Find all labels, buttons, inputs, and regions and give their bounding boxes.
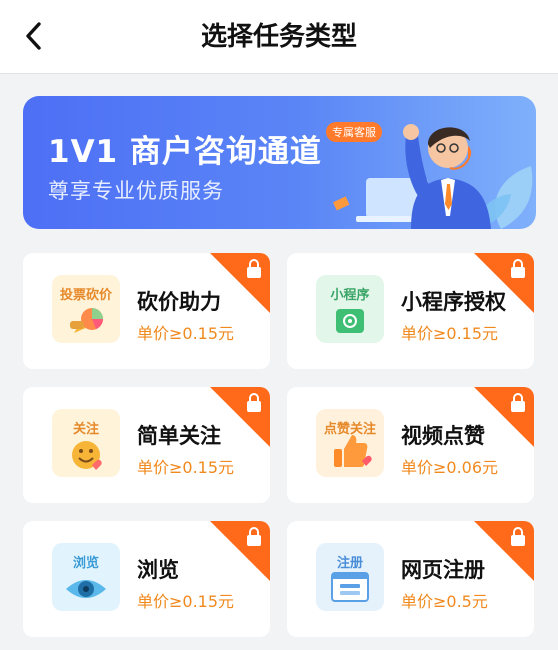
task-card[interactable]: 关注 简单关注单价≥0.15元 xyxy=(23,387,270,503)
banner-subtitle: 尊享专业优质服务 xyxy=(48,179,224,203)
lock-badge xyxy=(474,387,534,447)
banner-tag: 专属客服 xyxy=(332,125,376,139)
miniprogram-icon: 小程序 xyxy=(316,275,384,343)
banner-title: 1V1 商户咨询通道 xyxy=(48,134,322,170)
top-bar: 选择任务类型 xyxy=(0,0,558,74)
task-card[interactable]: 注册 网页注册单价≥0.5元 xyxy=(287,521,534,637)
task-price: 单价≥0.15元 xyxy=(137,458,235,477)
page-title: 选择任务类型 xyxy=(200,22,357,52)
task-price: 单价≥0.5元 xyxy=(401,592,488,611)
task-card[interactable]: 小程序 小程序授权 单价≥0.15元 xyxy=(287,253,534,369)
lock-badge xyxy=(210,521,270,581)
thumbs-up-icon: 点赞关注 xyxy=(316,409,384,477)
icon-label: 投票砍价 xyxy=(59,288,112,303)
lock-badge xyxy=(474,253,534,313)
icon-label: 点赞关注 xyxy=(323,422,376,437)
task-card[interactable]: 点赞关注 视频点赞单价≥0.06元 xyxy=(287,387,534,503)
web-register-icon: 注册 xyxy=(316,543,384,611)
task-price: 单价≥0.15元 xyxy=(137,592,235,611)
icon-label: 浏览 xyxy=(72,556,99,571)
task-name: 简单关注 xyxy=(137,424,221,448)
customer-service-illustration: 专属客服 xyxy=(326,122,533,229)
task-card[interactable]: 浏览 浏览单价≥0.15元 xyxy=(23,521,270,637)
task-name: 浏览 xyxy=(137,558,179,582)
task-name: 网页注册 xyxy=(401,558,485,582)
icon-label: 关注 xyxy=(72,422,99,437)
merchant-consult-banner[interactable]: 1V1 商户咨询通道 尊享专业优质服务 专属客服 xyxy=(23,96,536,229)
bargain-icon: 投票砍价 xyxy=(52,275,120,343)
task-price: 单价≥0.15元 xyxy=(401,324,499,343)
task-price: 单价≥0.06元 xyxy=(401,458,499,477)
task-price: 单价≥0.15元 xyxy=(137,324,235,343)
icon-label: 注册 xyxy=(336,556,363,571)
lock-badge xyxy=(210,253,270,313)
icon-label: 小程序 xyxy=(330,288,370,303)
task-name: 视频点赞 xyxy=(401,424,485,448)
eye-icon: 浏览 xyxy=(52,543,120,611)
lock-badge xyxy=(210,387,270,447)
lock-badge xyxy=(474,521,534,581)
task-card[interactable]: 投票砍价 砍价助力单价≥0.15元 xyxy=(23,253,270,369)
follow-smile-icon: 关注 xyxy=(52,409,120,477)
task-name: 砍价助力 xyxy=(137,290,221,314)
